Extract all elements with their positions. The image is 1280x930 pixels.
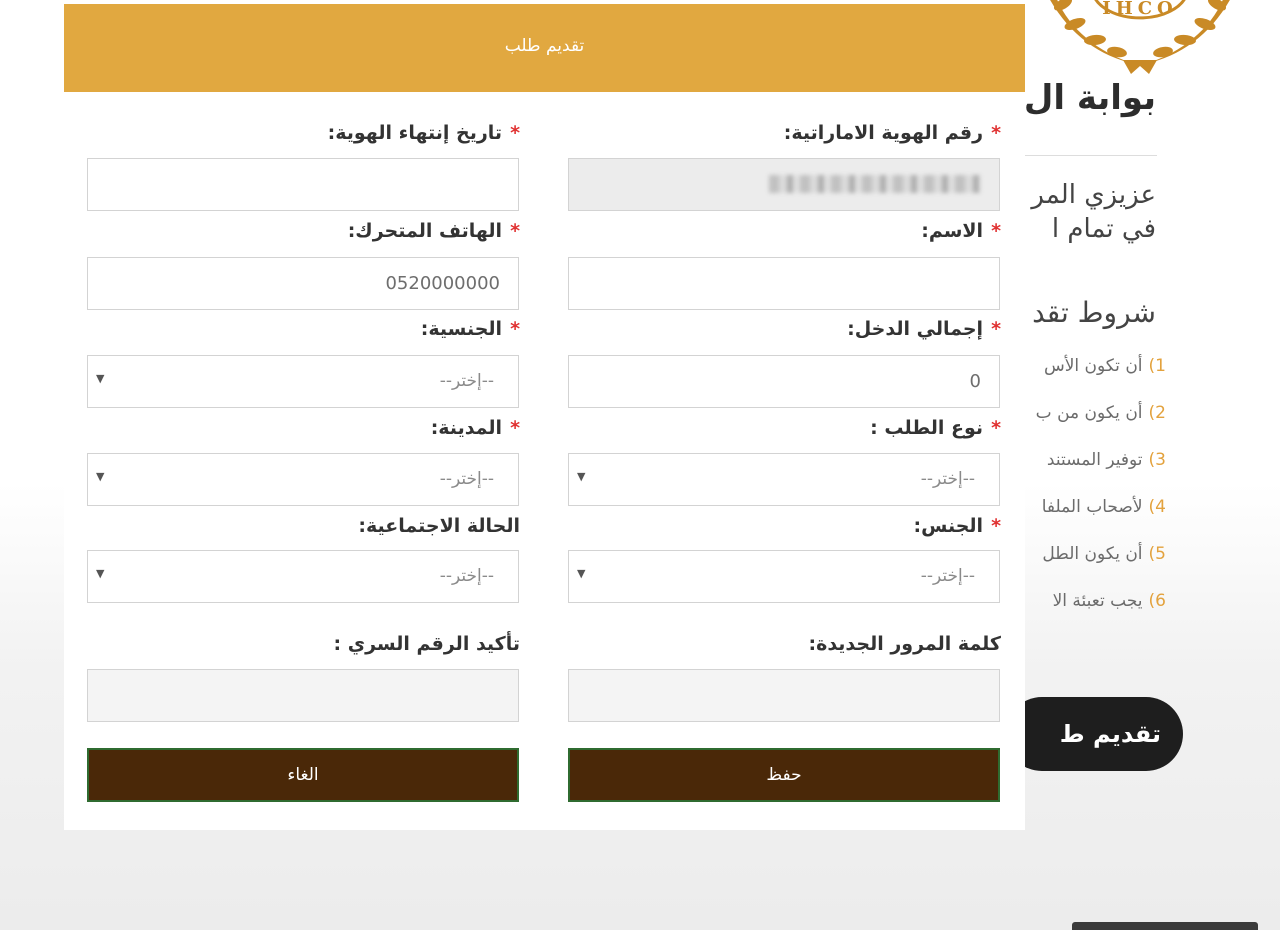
greeting-line-1: عزيزي المر	[1031, 180, 1156, 210]
new-password-label: كلمة المرور الجديدة:	[808, 633, 1002, 655]
request-modal: تقديم طلب *رقم الهوية الاماراتية: *تاريخ…	[64, 4, 1025, 830]
list-item: 4)لأصحاب الملفا	[1041, 497, 1166, 517]
total-income-input[interactable]: 0	[568, 355, 1000, 408]
background-page: IHCO بوابة ال عزيزي المر في تمام ا شروط …	[1025, 0, 1280, 930]
city-selected: --إختر--	[439, 469, 494, 489]
id-expiry-input[interactable]	[87, 158, 519, 211]
mobile-input[interactable]: 0520000000	[87, 257, 519, 310]
nationality-selected: --إختر--	[439, 371, 494, 391]
confirm-password-input[interactable]	[87, 669, 519, 722]
logo-text: IHCO	[1102, 0, 1177, 19]
ihco-laurel-logo: IHCO	[1050, 0, 1230, 74]
caret-down-icon: ▼	[577, 470, 586, 483]
gender-selected: --إختر--	[920, 566, 975, 586]
request-type-select[interactable]: --إختر-- ▼	[568, 453, 1000, 506]
greeting-text: عزيزي المر في تمام ا	[1031, 178, 1156, 246]
redacted-value	[769, 175, 981, 193]
nationality-select[interactable]: --إختر-- ▼	[87, 355, 519, 408]
emirates-id-input[interactable]	[568, 158, 1000, 211]
modal-title: تقديم طلب	[504, 36, 585, 56]
list-item: 2)أن يكون من ب	[1035, 403, 1166, 423]
name-label: *الاسم:	[921, 220, 1001, 242]
marital-status-select[interactable]: --إختر-- ▼	[87, 550, 519, 603]
caret-down-icon: ▼	[96, 567, 105, 580]
caret-down-icon: ▼	[96, 372, 105, 385]
caret-down-icon: ▼	[96, 470, 105, 483]
list-item: 6)يجب تعبئة الا	[1052, 591, 1166, 611]
cancel-button[interactable]: الغاء	[87, 748, 519, 802]
city-label: *المدينة:	[430, 417, 520, 439]
greeting-line-2: في تمام ا	[1051, 214, 1156, 244]
conditions-title: شروط تقد	[1032, 296, 1156, 329]
conditions-list: 1)أن تكون الأس 2)أن يكون من ب 3)توفير ال…	[1036, 356, 1166, 638]
list-item: 5)أن يكون الطل	[1042, 544, 1166, 564]
new-password-input[interactable]	[568, 669, 1000, 722]
submit-request-button[interactable]: تقديم ط	[1025, 697, 1183, 771]
caret-down-icon: ▼	[577, 567, 586, 580]
request-type-label: *نوع الطلب :	[870, 417, 1001, 439]
marital-status-label: الحالة الاجتماعية:	[358, 515, 520, 537]
city-select[interactable]: --إختر-- ▼	[87, 453, 519, 506]
id-expiry-label: *تاريخ إنتهاء الهوية:	[327, 122, 520, 144]
modal-header: تقديم طلب	[64, 4, 1025, 92]
list-item: 3)توفير المستند	[1046, 450, 1166, 470]
list-item: 1)أن تكون الأس	[1043, 356, 1166, 376]
mobile-label: *الهاتف المتحرك:	[347, 220, 520, 242]
required-mark: *	[991, 122, 1001, 144]
gender-select[interactable]: --إختر-- ▼	[568, 550, 1000, 603]
name-input[interactable]	[568, 257, 1000, 310]
marital-status-selected: --إختر--	[439, 566, 494, 586]
total-income-label: *إجمالي الدخل:	[847, 318, 1001, 340]
emirates-id-label: *رقم الهوية الاماراتية:	[783, 122, 1001, 144]
divider	[1025, 155, 1157, 156]
taskbar-strip	[1072, 922, 1258, 930]
save-button[interactable]: حفظ	[568, 748, 1000, 802]
request-type-selected: --إختر--	[920, 469, 975, 489]
gender-label: *الجنس:	[913, 515, 1002, 537]
nationality-label: *الجنسية:	[420, 318, 520, 340]
confirm-password-label: تأكيد الرقم السري :	[333, 633, 520, 655]
portal-title: بوابة ال	[1025, 78, 1156, 118]
